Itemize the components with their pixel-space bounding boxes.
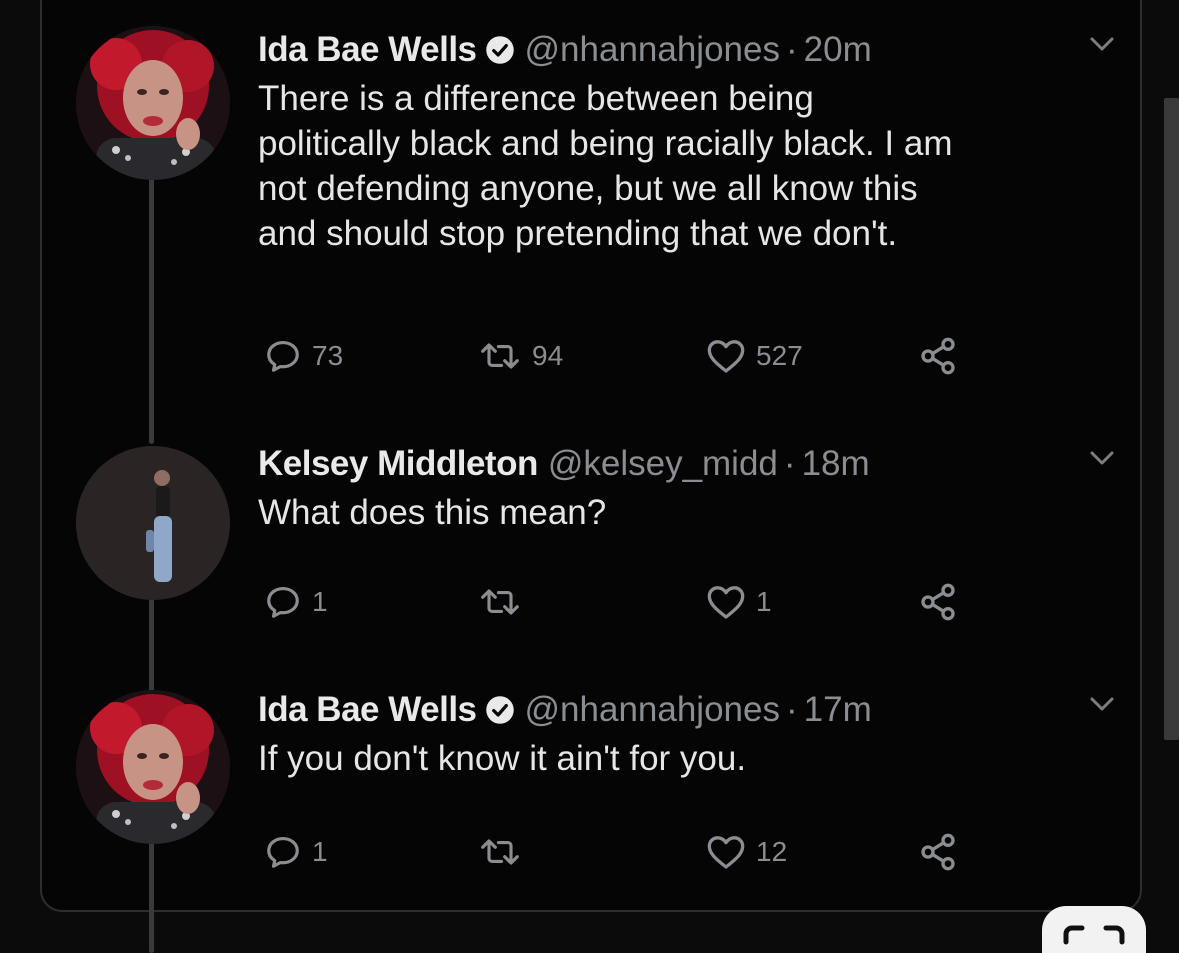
retweet-arrows-icon [481,343,519,369]
tweet-header: Ida Bae Wells @nhannahjones · 20m [258,28,1118,72]
tweet-actions: 73 94 527 [258,336,978,376]
handle[interactable]: @nhannahjones [525,688,780,732]
speech-bubble-icon [267,340,299,372]
thread-line [149,596,154,692]
reply-count: 73 [312,340,344,371]
verified-badge-icon [485,36,514,64]
reply-button[interactable]: 73 [264,336,343,376]
retweet-button[interactable]: 94 [478,336,563,376]
share-button[interactable] [918,336,958,376]
heart-icon [707,836,745,869]
avatar-photo-red-hair [76,690,230,844]
tweet-text: What does this mean? [258,490,1118,535]
tweet-text-line: politically black and being racially bla… [258,124,953,163]
avatar[interactable] [76,446,230,600]
timestamp[interactable]: 18m [802,442,870,486]
tweet[interactable]: Ida Bae Wells @nhannahjones · 17m If you… [258,688,1118,871]
chevron-down-icon[interactable] [1086,446,1118,470]
display-name[interactable]: Kelsey Middleton [258,442,538,486]
tweet-text-line: and should stop pretending that we don't… [258,214,898,253]
like-button[interactable]: 527 [706,336,803,376]
handle[interactable]: @nhannahjones [525,28,780,72]
scan-frame-icon [1063,925,1125,945]
like-count: 527 [756,340,803,371]
retweet-count: 94 [532,340,564,371]
retweet-button[interactable] [478,582,532,622]
verified-badge-icon [485,696,514,724]
reply-count: 1 [312,586,328,617]
like-count: 1 [756,586,772,617]
display-name[interactable]: Ida Bae Wells [258,688,477,732]
tweet-text: There is a difference between being poli… [258,76,1118,256]
thread-line [149,842,154,953]
scrollbar[interactable] [1164,98,1179,740]
tweet[interactable]: Kelsey Middleton @kelsey_midd · 18m What… [258,442,1118,621]
tweet-header: Kelsey Middleton @kelsey_midd · 18m [258,442,1118,486]
heart-icon [707,586,745,619]
heart-icon [707,340,745,373]
retweet-button[interactable] [478,832,532,872]
screen: Ida Bae Wells @nhannahjones · 20m There … [0,0,1179,953]
tweet[interactable]: Ida Bae Wells @nhannahjones · 20m There … [258,28,1118,375]
chevron-down-icon[interactable] [1086,692,1118,716]
tweet-actions: 1 12 [258,832,978,872]
thread-line [149,162,154,444]
like-button[interactable]: 1 [706,582,772,622]
tweet-text-line: not defending anyone, but we all know th… [258,169,918,208]
display-name[interactable]: Ida Bae Wells [258,28,477,72]
separator: · [783,444,796,483]
avatar[interactable] [76,26,230,180]
share-icon [921,583,955,621]
retweet-arrows-icon [481,589,519,615]
tweet-header: Ida Bae Wells @nhannahjones · 17m [258,688,1118,732]
share-button[interactable] [918,832,958,872]
avatar-photo-red-hair [76,26,230,180]
share-button[interactable] [918,582,958,622]
reply-button[interactable]: 1 [264,582,328,622]
tweet-text: If you don't know it ain't for you. [258,736,1118,781]
like-count: 12 [756,836,788,867]
tweet-text-line: What does this mean? [258,493,607,532]
tweet-text-line: If you don't know it ain't for you. [258,739,747,778]
tweet-actions: 1 1 [258,582,978,622]
separator: · [785,690,798,729]
chevron-down-icon[interactable] [1086,32,1118,56]
reply-button[interactable]: 1 [264,832,328,872]
timestamp[interactable]: 17m [804,688,872,732]
speech-bubble-icon [267,586,299,618]
avatar[interactable] [76,690,230,844]
retweet-arrows-icon [481,839,519,865]
speech-bubble-icon [267,836,299,868]
reply-count: 1 [312,836,328,867]
share-icon [921,833,955,871]
avatar-photo-standing-person [76,446,230,600]
timestamp[interactable]: 20m [804,28,872,72]
like-button[interactable]: 12 [706,832,787,872]
scan-text-button[interactable] [1042,906,1146,953]
share-icon [921,337,955,375]
separator: · [785,30,798,69]
tweet-text-line: There is a difference between being [258,79,814,118]
handle[interactable]: @kelsey_midd [548,442,778,486]
